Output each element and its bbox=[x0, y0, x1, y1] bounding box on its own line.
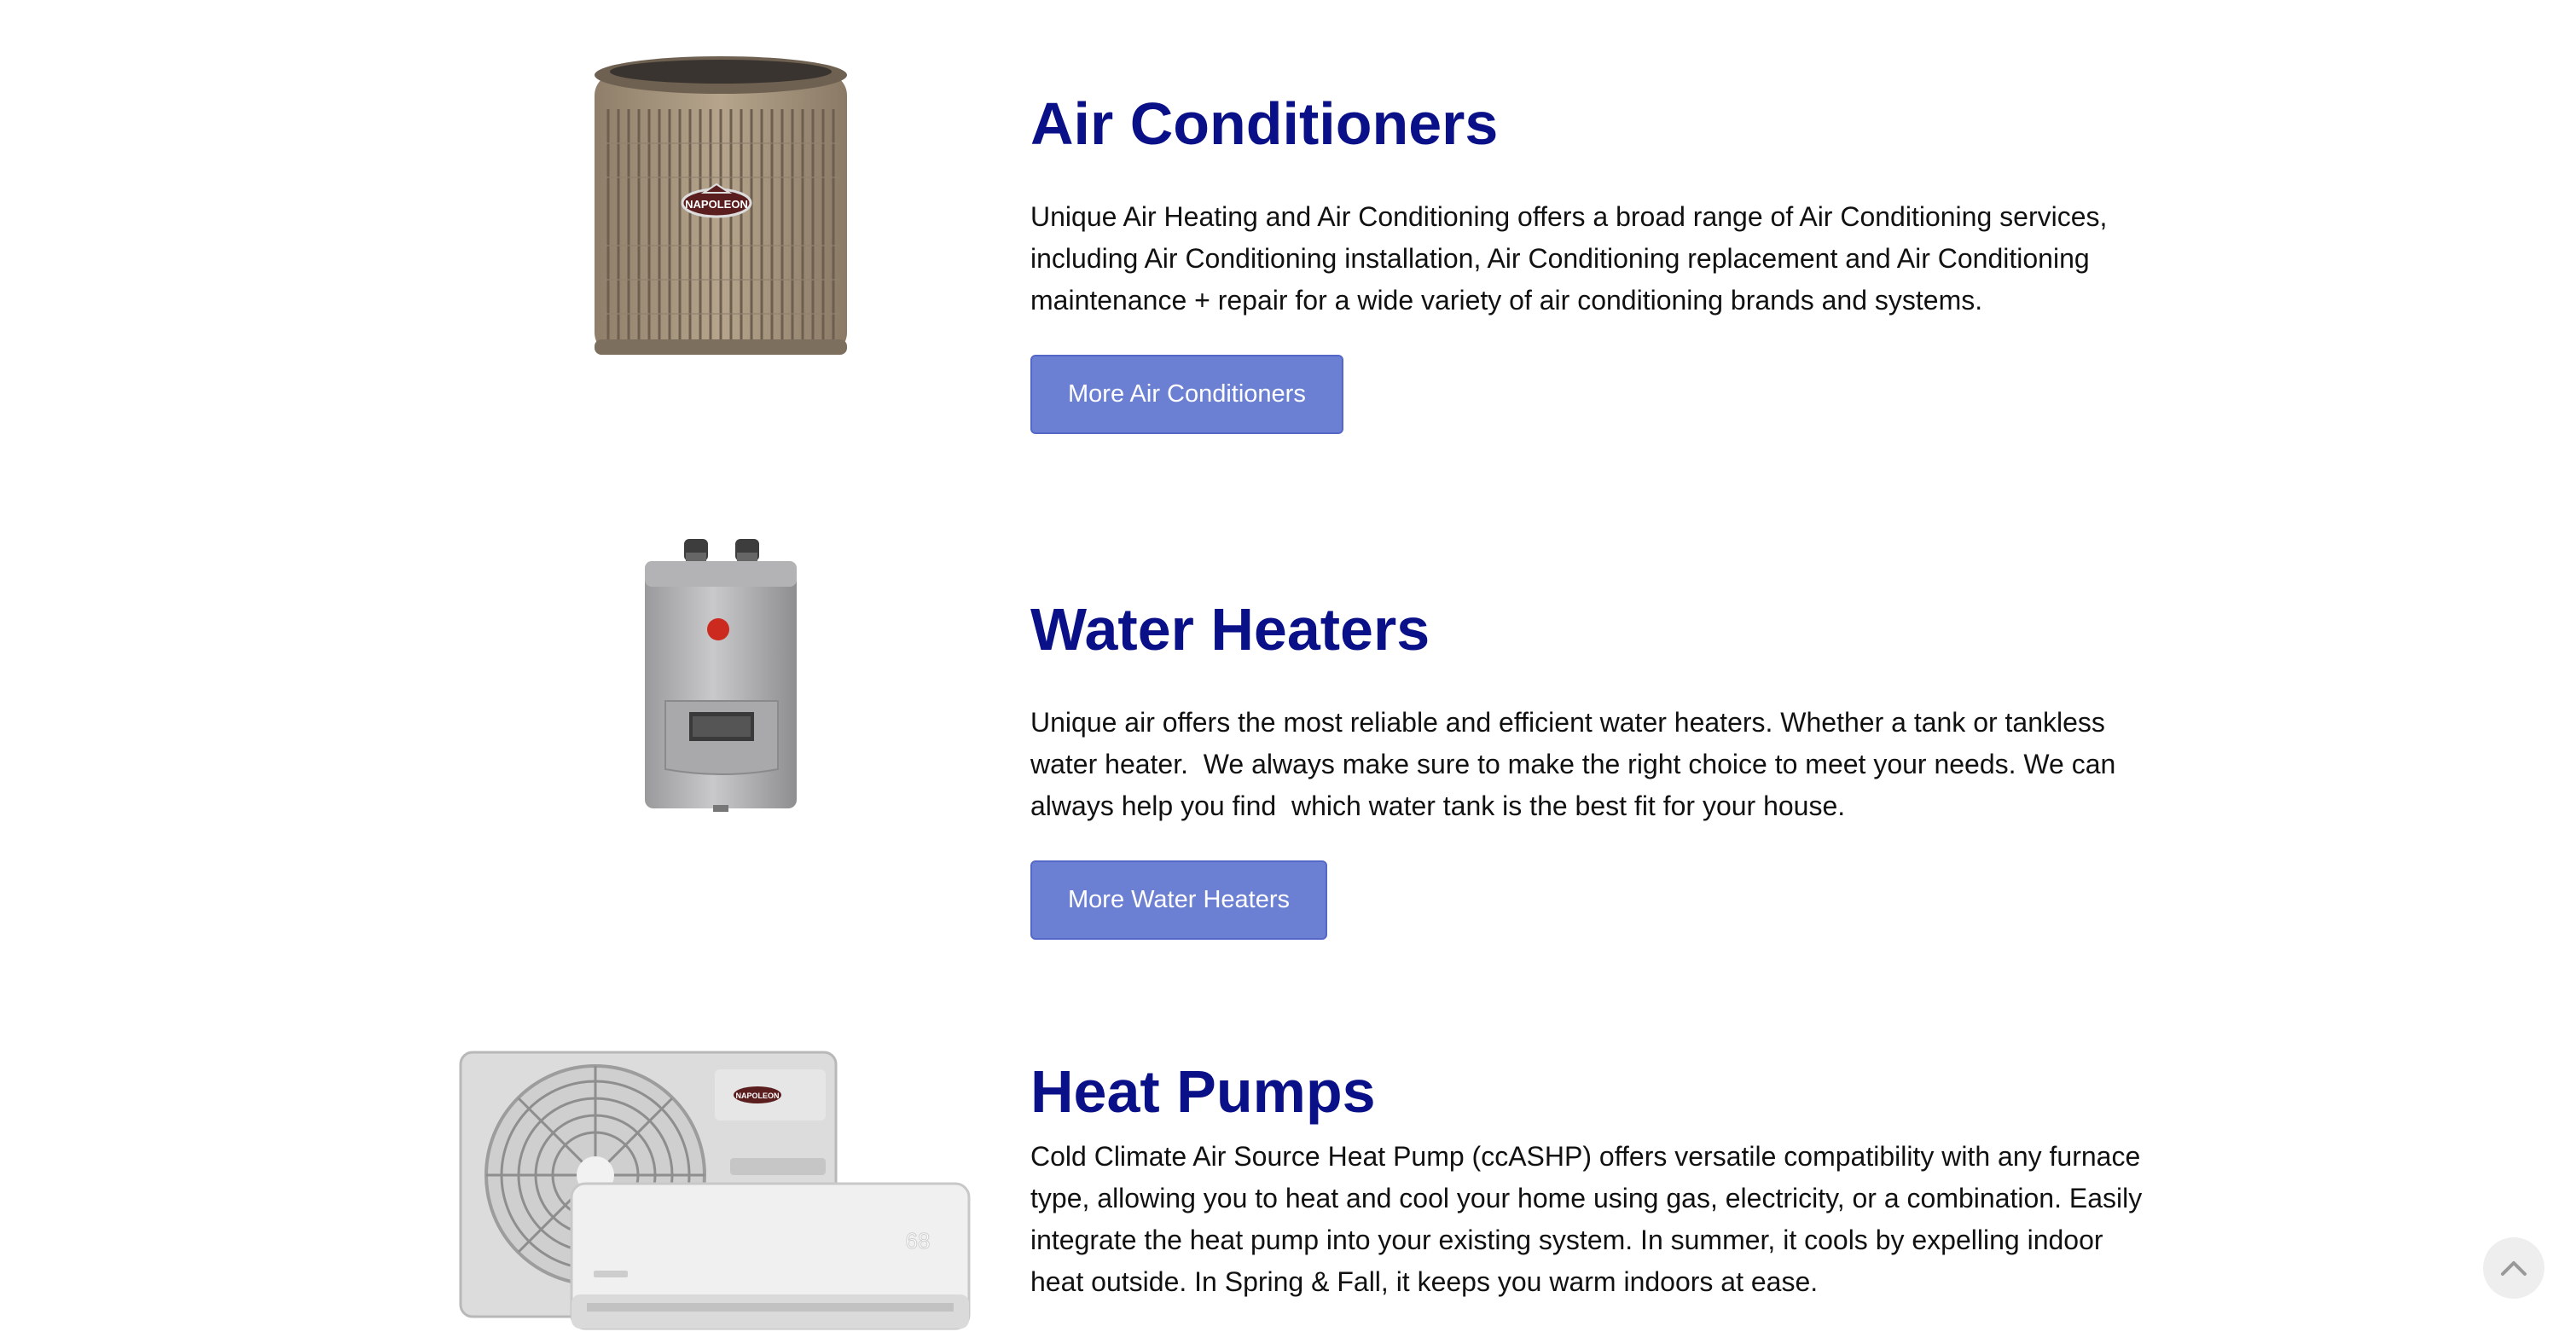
section-title: Heat Pumps bbox=[1030, 1058, 1376, 1125]
brand-badge-text: NAPOLEON bbox=[685, 198, 748, 211]
more-air-conditioners-button[interactable]: More Air Conditioners bbox=[1030, 355, 1343, 434]
page: NAPOLEON Air Conditioners Unique Air Hea… bbox=[0, 0, 2576, 1332]
section-description: Unique Air Heating and Air Conditioning … bbox=[1030, 201, 2115, 316]
display-readout: 68 bbox=[906, 1228, 931, 1254]
section-title: Air Conditioners bbox=[1030, 90, 1499, 157]
brand-badge-text: NAPOLEON bbox=[735, 1092, 779, 1100]
chevron-up-icon bbox=[2501, 1261, 2527, 1276]
water-heater-image bbox=[640, 539, 802, 814]
section-description: Cold Climate Air Source Heat Pump (ccASH… bbox=[1030, 1141, 2150, 1297]
air-conditioner-image: NAPOLEON bbox=[584, 49, 857, 365]
section-title: Water Heaters bbox=[1030, 596, 1430, 663]
more-water-heaters-button[interactable]: More Water Heaters bbox=[1030, 860, 1327, 940]
scroll-to-top-button[interactable] bbox=[2483, 1237, 2544, 1299]
section-description: Unique air offers the most reliable and … bbox=[1030, 707, 2124, 821]
heat-pump-image: NAPOLEON 68 bbox=[459, 1047, 971, 1332]
